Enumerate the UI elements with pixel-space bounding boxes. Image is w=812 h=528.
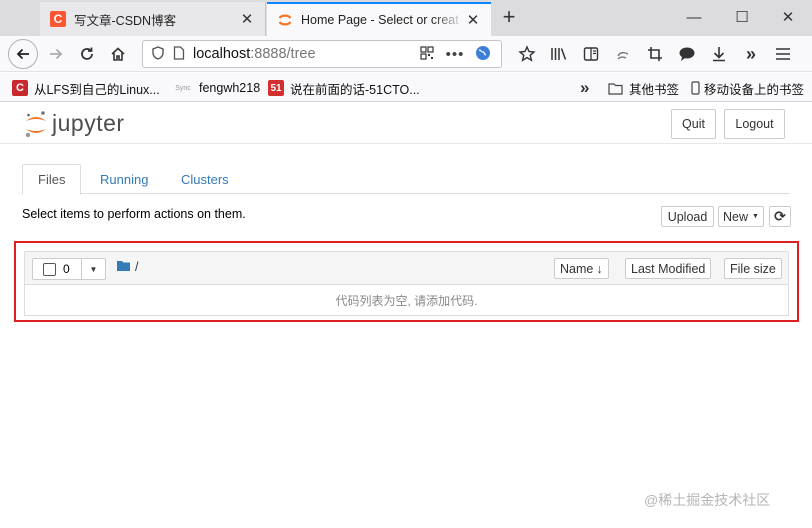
other-bookmarks[interactable]: 其他书签 [607,78,679,98]
close-tab-icon[interactable]: ✕ [465,11,481,29]
caret-down-icon: ▼ [89,264,98,274]
sync-bookmark-icon: Sync [175,84,191,92]
file-list-header: 0 ▼ / Name ↓ Last Modified File size [24,251,789,285]
screenshot-icon[interactable] [609,40,637,68]
logout-button[interactable]: Logout [724,109,785,139]
crop-icon[interactable] [641,40,669,68]
mobile-bookmarks[interactable]: 移动设备上的书签 [690,78,804,98]
mobile-icon [690,80,700,96]
url-text[interactable]: localhost:8888/tree [193,46,409,62]
bookmark-label: 从LFS到自己的Linux... [34,82,160,97]
tab-clusters[interactable]: Clusters [166,164,244,195]
bookmark-lfs[interactable]: C 从LFS到自己的Linux... [12,78,160,98]
tab-running[interactable]: Running [85,164,163,195]
forward-arrow-icon[interactable] [42,40,70,68]
breadcrumb[interactable]: / [117,260,138,274]
folder-icon [117,260,130,274]
jupyter-logo[interactable]: jupyter [24,110,125,140]
address-bar[interactable]: localhost:8888/tree ••• [142,40,502,68]
new-tab-icon[interactable]: + [497,6,521,30]
tab-title: 写文章-CSDN博客 [74,13,177,28]
new-label: New [723,209,749,224]
overflow-icon[interactable]: » [737,40,765,68]
home-icon[interactable] [104,40,132,68]
qr-code-icon[interactable] [417,45,437,63]
jupyter-wordmark: jupyter [52,109,125,136]
browser-tab-strip: C 写文章-CSDN博客 ✕ Home Page - Select or cre… [0,0,812,36]
jupyter-page: jupyter Quit Logout Files Running Cluste… [0,103,812,528]
empty-file-list: 代码列表为空, 请添加代码. [24,285,789,316]
bookmark-label: 说在前面的话-51CTO... [290,82,420,97]
reading-list-icon[interactable] [513,40,541,68]
jupyter-header: jupyter Quit Logout [0,103,812,144]
51cto-bookmark-icon: 51 [268,80,284,96]
sort-by-file-size-button[interactable]: File size [724,258,782,279]
highlight-box: 0 ▼ / Name ↓ Last Modified File size 代码列… [14,241,799,322]
tab-title: Home Page - Select or creat [301,13,459,27]
sort-by-name-button[interactable]: Name ↓ [554,258,609,279]
upload-button[interactable]: Upload [661,206,714,227]
chat-icon[interactable] [673,40,701,68]
folder-icon [607,80,623,96]
sort-name-label: Name [560,261,594,276]
globe-icon[interactable] [473,45,493,64]
browser-tab-jupyter[interactable]: Home Page - Select or creat ✕ [267,2,491,36]
reload-icon[interactable] [73,40,101,68]
minimize-icon[interactable]: — [682,6,706,30]
bookmarks-bar: C 从LFS到自己的Linux... Sync fengwh218 51 说在前… [0,73,812,102]
tab-files[interactable]: Files [22,164,82,195]
quit-button[interactable]: Quit [671,109,716,139]
browser-tab-csdn[interactable]: C 写文章-CSDN博客 ✕ [40,2,266,36]
refresh-icon[interactable]: ⟳ [769,206,791,227]
download-icon[interactable] [705,40,733,68]
menu-icon[interactable] [769,40,797,68]
arrow-down-icon: ↓ [596,261,603,276]
page-icon [173,45,185,63]
browser-nav-bar: localhost:8888/tree ••• » [0,36,812,72]
caret-down-icon: ▼ [752,213,759,220]
window-close-icon[interactable]: ✕ [776,6,800,30]
bookmark-label: fengwh218 [199,81,261,95]
sort-by-last-modified-button[interactable]: Last Modified [625,258,712,279]
new-dropdown-button[interactable]: New ▼ [718,206,764,227]
select-all-checkbox[interactable]: 0 [32,258,82,280]
watermark: @稀土掘金技术社区 [644,492,771,508]
selected-count: 0 [63,262,70,276]
mobile-bookmarks-label: 移动设备上的书签 [704,82,805,97]
breadcrumb-root[interactable]: / [135,260,138,274]
empty-message: 代码列表为空, 请添加代码. [335,293,478,308]
jupyter-tabs: Files Running Clusters [22,164,790,195]
sidebar-icon[interactable] [577,40,605,68]
back-arrow-icon[interactable] [8,39,38,69]
library-icon[interactable] [545,40,573,68]
maximize-icon[interactable]: ☐ [730,6,754,30]
bookmark-fengwh218[interactable]: Sync fengwh218 [173,78,260,98]
more-dots-icon[interactable]: ••• [445,46,465,63]
select-menu-dropdown[interactable]: ▼ [82,258,106,280]
bookmark-51cto[interactable]: 51 说在前面的话-51CTO... [268,78,420,98]
csdn-favicon: C [50,11,66,27]
close-tab-icon[interactable]: ✕ [239,10,255,28]
csdn-bookmark-icon: C [12,80,28,96]
shield-icon[interactable] [151,45,165,63]
checkbox-icon [43,262,56,276]
bookmarks-overflow-icon[interactable]: » [580,78,589,98]
jupyter-favicon [277,12,293,28]
select-all-group: 0 ▼ [32,258,106,280]
selection-hint: Select items to perform actions on them. [22,207,246,221]
other-bookmarks-label: 其他书签 [629,82,680,97]
jupyter-logo-icon [25,111,46,138]
